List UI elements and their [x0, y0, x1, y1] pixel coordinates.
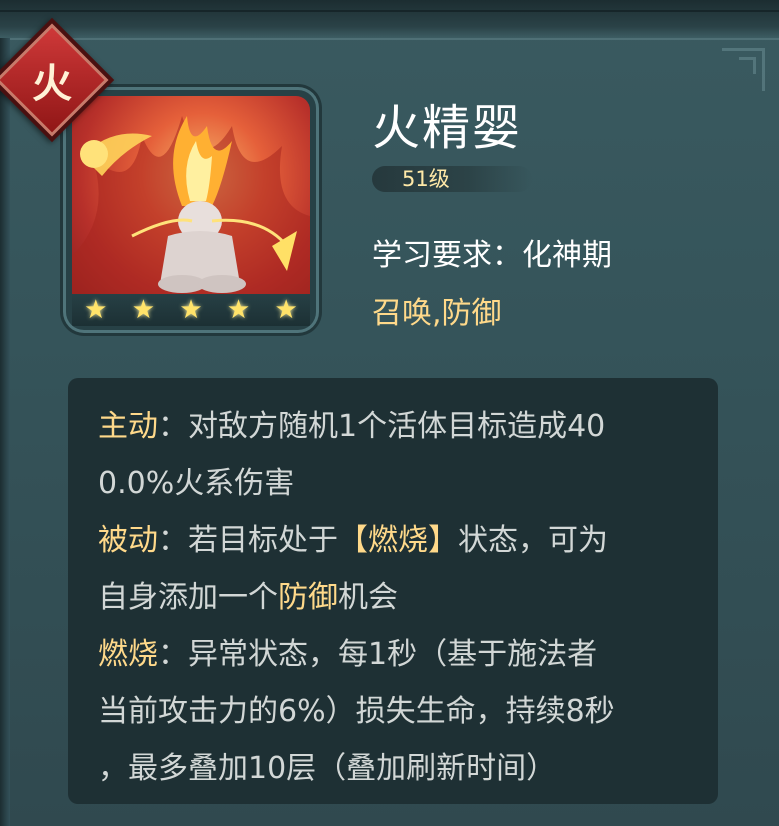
passive-label: 被动	[98, 523, 158, 558]
star-icon: ★	[179, 295, 203, 325]
skill-description: 主动：对敌方随机1个活体目标造成40 0.0%火系伤害 被动：若目标处于【燃烧】…	[98, 398, 698, 797]
burn-keyword: 【燃烧】	[338, 523, 458, 558]
fire-spirit-illustration	[72, 116, 310, 294]
burn-line-3: ，最多叠加10层（叠加刷新时间）	[98, 751, 557, 786]
fire-spirit-portrait-image	[72, 96, 310, 294]
creature-name: 火精婴	[372, 100, 523, 156]
passive-text-2: 状态，可为	[458, 523, 608, 558]
learn-requirement: 学习要求：化神期	[372, 230, 612, 274]
active-line-2: 0.0%火系伤害	[98, 466, 295, 501]
burn-text-1: 异常状态，每1秒（基于施法者	[188, 637, 598, 672]
star-icon: ★	[226, 295, 251, 325]
left-frame-edge	[0, 38, 10, 826]
description-box: 主动：对敌方随机1个活体目标造成40 0.0%火系伤害 被动：若目标处于【燃烧】…	[68, 378, 718, 804]
active-line-1: 主动：对敌方随机1个活体目标造成40	[98, 409, 606, 444]
element-character: 火	[32, 60, 72, 107]
defense-keyword: 防御	[278, 580, 338, 615]
star-icon: ★	[131, 295, 156, 325]
corner-ornament-icon	[722, 48, 765, 91]
top-frame-rail	[0, 0, 779, 40]
passive-text-1: 若目标处于	[188, 523, 338, 558]
requirement-colon: ：	[492, 238, 522, 273]
skill-tags: 召唤,防御	[372, 296, 502, 331]
requirement-label: 学习要求	[372, 238, 492, 273]
level-text: 51级	[402, 167, 450, 191]
burn-line-2: 当前攻击力的6%）损失生命，持续8秒	[98, 694, 615, 729]
active-text: 对敌方随机1个活体目标造成40	[188, 409, 606, 444]
passive-line2-b: 机会	[338, 580, 398, 615]
creature-portrait: ★ ★ ★ ★ ★	[66, 90, 316, 330]
level-pill	[372, 166, 532, 192]
active-label: 主动	[98, 409, 158, 444]
requirement-value: 化神期	[522, 238, 612, 273]
passive-line-2: 自身添加一个防御机会	[98, 569, 698, 626]
burn-line-1: 燃烧：异常状态，每1秒（基于施法者	[98, 637, 598, 672]
star-rating: ★ ★ ★ ★ ★	[72, 294, 310, 326]
star-icon: ★	[274, 295, 298, 325]
burn-label: 燃烧	[98, 637, 158, 672]
passive-line2-a: 自身添加一个	[98, 580, 278, 615]
star-icon: ★	[84, 295, 108, 325]
passive-line-1: 被动：若目标处于【燃烧】状态，可为	[98, 523, 608, 558]
